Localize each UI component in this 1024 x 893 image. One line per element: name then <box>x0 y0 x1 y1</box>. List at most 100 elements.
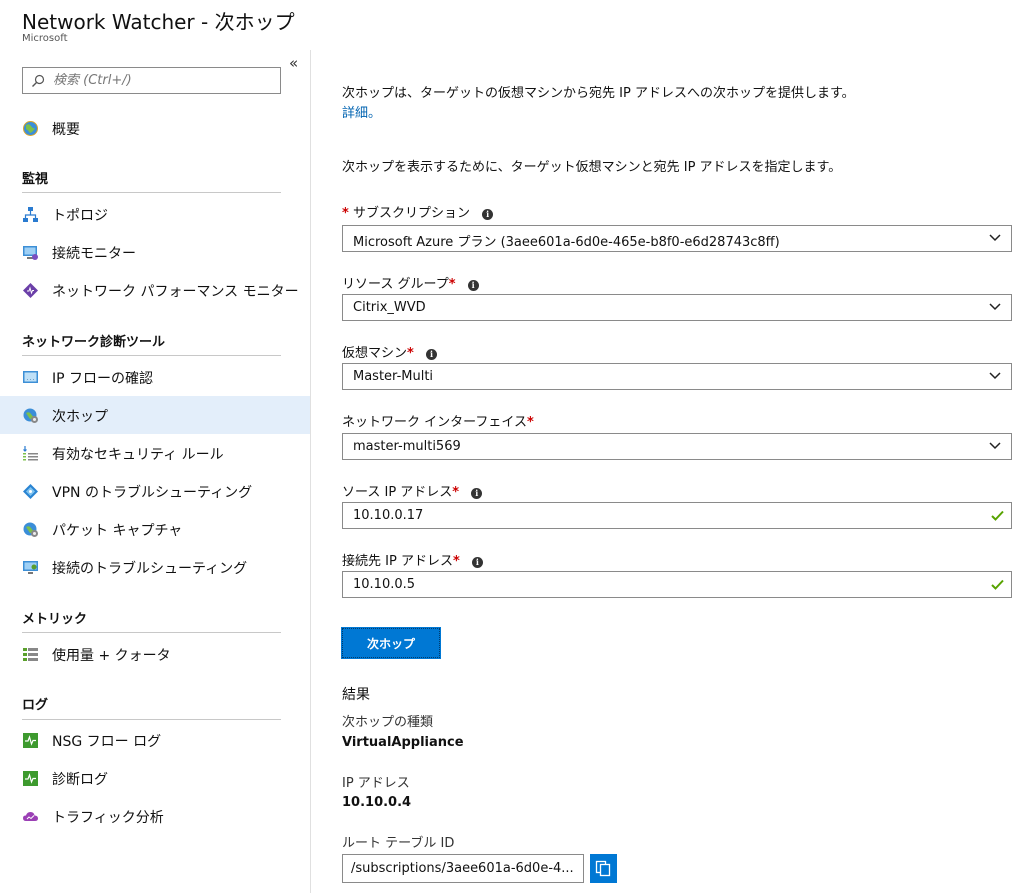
route-table-label: ルート テーブル ID <box>342 836 455 851</box>
sidebar-item-nsg-flow-logs[interactable]: NSG フロー ログ <box>0 721 310 759</box>
info-icon[interactable]: i <box>471 488 483 499</box>
sidebar-item-connection-troubleshoot[interactable]: 接続のトラブルシューティング <box>0 548 310 586</box>
globe-icon <box>23 121 38 136</box>
resource-group-select[interactable]: Citrix_WVD <box>342 294 1012 321</box>
sidebar-item-topology[interactable]: トポロジ <box>0 195 310 233</box>
sidebar-item-usage-quota[interactable]: 使用量 + クォータ <box>0 635 310 673</box>
copy-button[interactable] <box>590 854 617 883</box>
checkmark-icon <box>991 579 1004 590</box>
vm-label: 仮想マシン* i <box>342 342 437 361</box>
nic-label: ネットワーク インターフェイス* <box>342 411 534 430</box>
chevron-down-icon <box>989 303 1001 311</box>
route-table-id-value: /subscriptions/3aee601a-6d0e-4... <box>351 861 574 876</box>
subscription-value: Microsoft Azure プラン (3aee601a-6d0e-465e-… <box>353 235 780 250</box>
collapse-sidebar-button[interactable]: « <box>289 56 298 71</box>
sidebar-item-label: 概要 <box>52 122 80 138</box>
search-input[interactable] <box>53 71 273 90</box>
sidebar-item-label: IP フローの確認 <box>52 371 154 387</box>
ip-address-value: 10.10.0.4 <box>342 795 412 810</box>
sidebar-item-vpn-troubleshoot[interactable]: VPN のトラブルシューティング <box>0 472 310 510</box>
field-label-text: サブスクリプション <box>352 206 470 221</box>
ip-address-label: IP アドレス <box>342 776 410 791</box>
security-rules-icon <box>23 446 38 461</box>
source-ip-input[interactable]: 10.10.0.17 <box>342 502 1012 529</box>
subscription-label: * サブスクリプション i <box>342 202 494 221</box>
info-icon[interactable]: i <box>425 349 437 360</box>
section-diagnostic-tools: ネットワーク診断ツール <box>22 335 166 350</box>
info-icon[interactable]: i <box>482 209 494 220</box>
nic-value: master-multi569 <box>353 439 461 454</box>
sidebar-item-ip-flow-verify[interactable]: ... IP フローの確認 <box>0 358 310 396</box>
main-content: 次ホップは、ターゲットの仮想マシンから宛先 IP アドレスへの次ホップを提供しま… <box>312 50 1024 893</box>
required-mark: * <box>452 554 460 569</box>
info-icon[interactable]: i <box>467 280 479 291</box>
sidebar-item-label: パケット キャプチャ <box>52 523 183 539</box>
destination-ip-input[interactable]: 10.10.0.5 <box>342 571 1012 598</box>
sidebar-item-label: 次ホップ <box>52 409 108 425</box>
vm-value: Master-Multi <box>353 369 434 384</box>
topology-icon <box>23 207 38 222</box>
sidebar-item-label: 有効なセキュリティ ルール <box>52 447 224 463</box>
learn-more-link[interactable]: 詳細。 <box>342 102 381 121</box>
ip-flow-icon: ... <box>23 371 38 383</box>
checkmark-icon <box>991 510 1004 521</box>
next-hop-icon <box>23 408 38 423</box>
vpn-icon <box>23 484 38 499</box>
destination-ip-value: 10.10.0.5 <box>353 577 416 592</box>
chevron-down-icon <box>989 372 1001 380</box>
sidebar-item-label: ネットワーク パフォーマンス モニター <box>52 284 299 300</box>
chevron-down-icon <box>989 442 1001 450</box>
required-mark: * <box>448 277 456 292</box>
sidebar-item-label: トポロジ <box>52 208 108 224</box>
route-table-id-field[interactable]: /subscriptions/3aee601a-6d0e-4... <box>342 854 584 883</box>
required-mark: * <box>526 415 534 430</box>
sidebar-item-overview[interactable]: 概要 <box>0 109 310 147</box>
next-hop-type-label: 次ホップの種類 <box>342 715 434 730</box>
sidebar-item-label: VPN のトラブルシューティング <box>52 485 253 501</box>
flow-log-icon <box>23 733 38 748</box>
description-text: 次ホップは、ターゲットの仮想マシンから宛先 IP アドレスへの次ホップを提供しま… <box>342 86 855 101</box>
sidebar-item-label: トラフィック分析 <box>52 810 164 826</box>
sidebar: « 概要 監視 トポロジ 接続モニター <box>0 50 311 893</box>
divider <box>22 719 281 720</box>
next-hop-type-value: VirtualAppliance <box>342 735 464 750</box>
search-box[interactable] <box>22 67 281 94</box>
sidebar-item-label: 接続のトラブルシューティング <box>52 561 248 577</box>
vm-select[interactable]: Master-Multi <box>342 363 1012 390</box>
copy-icon <box>595 860 611 877</box>
required-mark: * <box>407 346 414 361</box>
nic-select[interactable]: master-multi569 <box>342 433 1012 460</box>
required-mark: * <box>342 206 349 221</box>
source-ip-value: 10.10.0.17 <box>353 508 424 523</box>
sidebar-item-traffic-analytics[interactable]: トラフィック分析 <box>0 797 310 835</box>
sidebar-item-label: 診断ログ <box>52 772 108 788</box>
divider <box>22 192 281 193</box>
sidebar-item-security-rules[interactable]: 有効なセキュリティ ルール <box>0 434 310 472</box>
sidebar-item-connection-monitor[interactable]: 接続モニター <box>0 233 310 271</box>
sidebar-item-label: 使用量 + クォータ <box>52 648 171 664</box>
section-monitoring: 監視 <box>22 172 49 187</box>
info-icon[interactable]: i <box>471 557 483 568</box>
connection-troubleshoot-icon <box>23 561 38 574</box>
next-hop-button[interactable]: 次ホップ <box>341 627 441 659</box>
sidebar-item-npm[interactable]: ネットワーク パフォーマンス モニター <box>0 271 310 309</box>
field-label-text: ソース IP アドレス <box>342 485 453 500</box>
svg-text:...: ... <box>26 376 35 382</box>
field-label-text: ネットワーク インターフェイス <box>342 415 527 430</box>
resource-group-label: リソース グループ* i <box>342 273 479 292</box>
chevron-down-icon <box>989 234 1001 242</box>
sidebar-item-diagnostic-logs[interactable]: 診断ログ <box>0 759 310 797</box>
resource-group-value: Citrix_WVD <box>353 300 426 315</box>
field-label-text: リソース グループ <box>342 277 449 292</box>
destination-ip-label: 接続先 IP アドレス* i <box>342 550 483 569</box>
subscription-select[interactable]: Microsoft Azure プラン (3aee601a-6d0e-465e-… <box>342 225 1012 252</box>
sidebar-item-packet-capture[interactable]: パケット キャプチャ <box>0 510 310 548</box>
divider <box>22 355 281 356</box>
sidebar-item-next-hop[interactable]: 次ホップ <box>0 396 310 434</box>
diagnostic-log-icon <box>23 771 38 786</box>
page-subtitle: Microsoft <box>22 33 68 44</box>
usage-quota-icon <box>23 648 38 661</box>
sidebar-item-label: NSG フロー ログ <box>52 734 162 750</box>
divider <box>22 632 281 633</box>
packet-capture-icon <box>23 522 38 537</box>
